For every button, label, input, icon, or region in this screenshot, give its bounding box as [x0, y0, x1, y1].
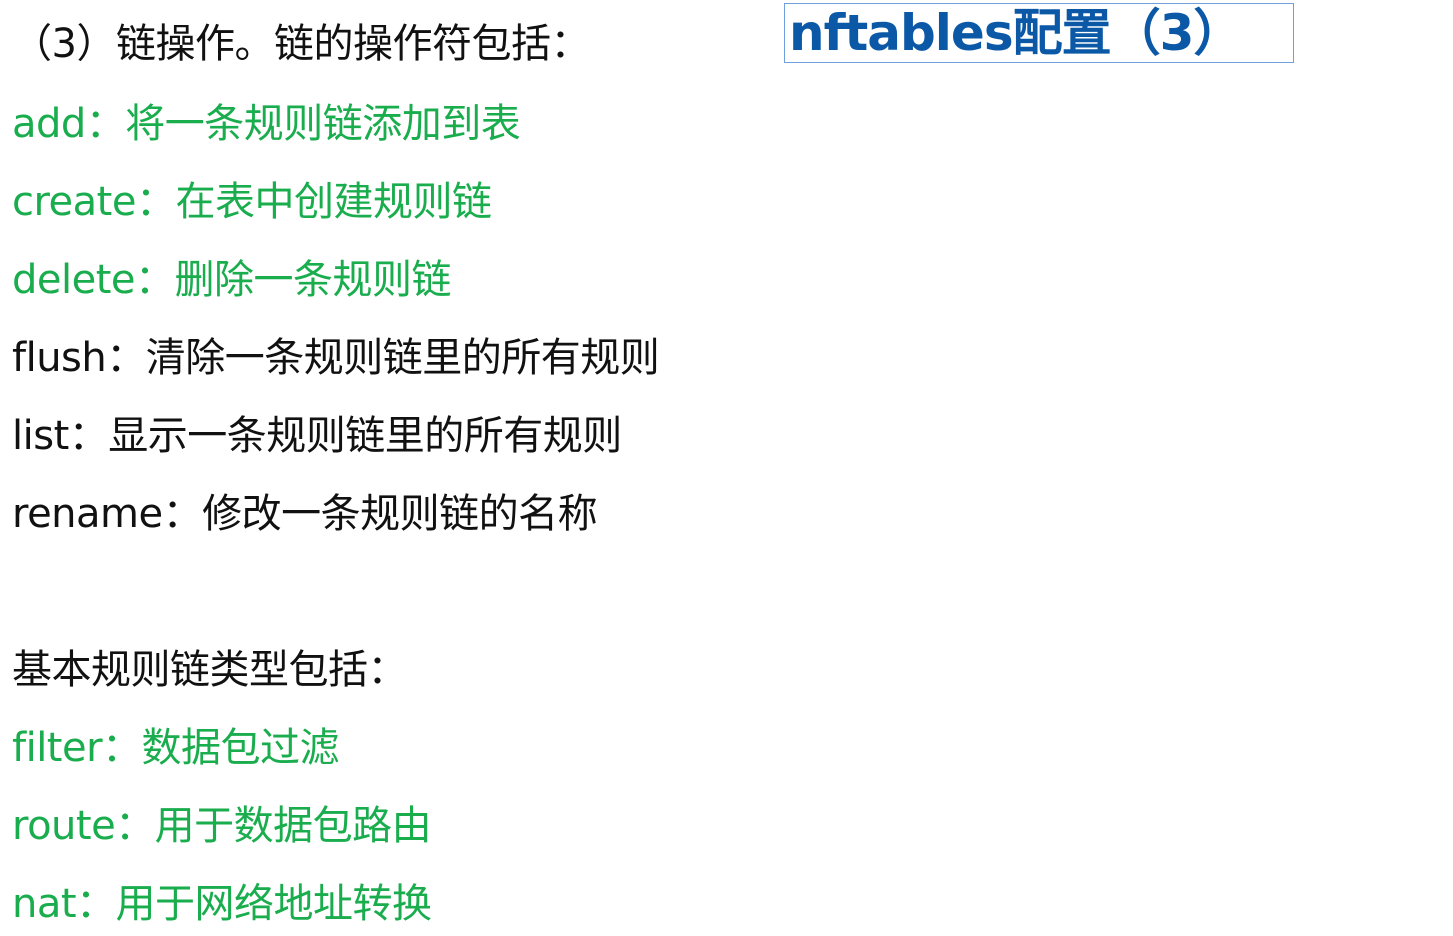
chain-operations-heading: （3）链操作。链的操作符包括： — [12, 21, 590, 67]
op-create: create：在表中创建规则链 — [12, 179, 492, 225]
op-flush: flush：清除一条规则链里的所有规则 — [12, 335, 660, 381]
op-rename: rename：修改一条规则链的名称 — [12, 491, 598, 537]
type-filter: filter：数据包过滤 — [12, 725, 340, 771]
op-list: list：显示一条规则链里的所有规则 — [12, 413, 622, 459]
op-add: add：将一条规则链添加到表 — [12, 101, 521, 147]
type-nat: nat：用于网络地址转换 — [12, 881, 432, 927]
type-route: route：用于数据包路由 — [12, 803, 432, 849]
title-box: nftables配置（3） — [784, 3, 1294, 63]
op-delete: delete：删除一条规则链 — [12, 257, 452, 303]
chain-types-heading: 基本规则链类型包括： — [12, 647, 408, 693]
slide-title: nftables配置（3） — [789, 4, 1243, 62]
slide: nftables配置（3） （3）链操作。链的操作符包括： add：将一条规则链… — [0, 0, 1453, 936]
